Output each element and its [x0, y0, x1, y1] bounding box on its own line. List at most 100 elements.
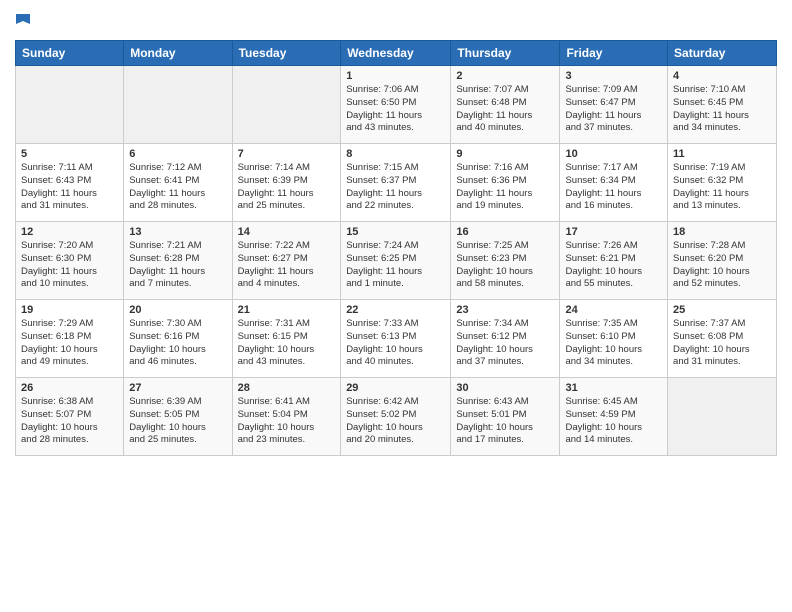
- calendar-cell: 28Sunrise: 6:41 AM Sunset: 5:04 PM Dayli…: [232, 378, 341, 456]
- calendar-cell: [124, 66, 232, 144]
- day-info: Sunrise: 7:21 AM Sunset: 6:28 PM Dayligh…: [129, 240, 226, 291]
- day-number: 31: [565, 382, 662, 394]
- calendar-cell: 30 Sunrise: 6:43 AM Sunset: 5:01 PM Dayli…: [451, 378, 560, 456]
- calendar-cell: 1 Sunrise: 7:06 AM Sunset: 6:50 PM Daylig…: [341, 66, 451, 144]
- day-info: Sunrise: 6:38 AM Sunset: 5:07 PM Dayligh…: [21, 396, 118, 447]
- day-info: Sunrise: 7:16 AM Sunset: 6:36 PM Dayligh…: [456, 162, 554, 213]
- calendar-week-row: 12 Sunrise: 7:20 AM Sunset: 6:30 PM Dayli…: [16, 222, 777, 300]
- calendar-cell: 27 Sunrise: 6:39 AM Sunset: 5:05 PM Dayli…: [124, 378, 232, 456]
- calendar-cell: [668, 378, 777, 456]
- calendar-cell: 18Sunrise: 7:28 AM Sunset: 6:20 PM Dayli…: [668, 222, 777, 300]
- calendar-cell: 23 Sunrise: 7:34 AM Sunset: 6:12 PM Dayli…: [451, 300, 560, 378]
- calendar-cell: 16 Sunrise: 7:25 AM Sunset: 6:23 PM Dayli…: [451, 222, 560, 300]
- calendar-day-header: Friday: [560, 41, 668, 66]
- calendar-cell: 4Sunrise: 7:10 AM Sunset: 6:45 PM Daylig…: [668, 66, 777, 144]
- logo: [15, 14, 33, 34]
- day-info: Sunrise: 7:19 AM Sunset: 6:32 PM Dayligh…: [673, 162, 771, 213]
- day-info: Sunrise: 7:37 AM Sunset: 6:08 PM Dayligh…: [673, 318, 771, 369]
- day-info: Sunrise: 7:24 AM Sunset: 6:25 PM Dayligh…: [346, 240, 445, 291]
- day-number: 20: [129, 304, 226, 316]
- day-number: 2: [456, 70, 554, 82]
- calendar-day-header: Wednesday: [341, 41, 451, 66]
- calendar-cell: 15 Sunrise: 7:24 AM Sunset: 6:25 PM Dayli…: [341, 222, 451, 300]
- day-info: Sunrise: 7:31 AM Sunset: 6:15 PM Dayligh…: [238, 318, 336, 369]
- calendar-day-header: Monday: [124, 41, 232, 66]
- day-info: Sunrise: 6:42 AM Sunset: 5:02 PM Dayligh…: [346, 396, 445, 447]
- day-info: Sunrise: 7:22 AM Sunset: 6:27 PM Dayligh…: [238, 240, 336, 291]
- day-number: 27: [129, 382, 226, 394]
- calendar-cell: 2Sunrise: 7:07 AM Sunset: 6:48 PM Daylig…: [451, 66, 560, 144]
- calendar-day-header: Thursday: [451, 41, 560, 66]
- day-info: Sunrise: 7:29 AM Sunset: 6:18 PM Dayligh…: [21, 318, 118, 369]
- calendar-cell: 26Sunrise: 6:38 AM Sunset: 5:07 PM Dayli…: [16, 378, 124, 456]
- day-number: 5: [21, 148, 118, 160]
- day-number: 19: [21, 304, 118, 316]
- calendar-cell: 7 Sunrise: 7:14 AM Sunset: 6:39 PM Daylig…: [232, 144, 341, 222]
- day-info: Sunrise: 7:09 AM Sunset: 6:47 PM Dayligh…: [565, 84, 662, 135]
- page-container: SundayMondayTuesdayWednesdayThursdayFrid…: [0, 0, 792, 464]
- day-info: Sunrise: 7:06 AM Sunset: 6:50 PM Dayligh…: [346, 84, 445, 135]
- day-number: 21: [238, 304, 336, 316]
- calendar-day-header: Saturday: [668, 41, 777, 66]
- day-number: 4: [673, 70, 771, 82]
- day-info: Sunrise: 7:20 AM Sunset: 6:30 PM Dayligh…: [21, 240, 118, 291]
- calendar-cell: 21 Sunrise: 7:31 AM Sunset: 6:15 PM Dayli…: [232, 300, 341, 378]
- calendar-cell: 24 Sunrise: 7:35 AM Sunset: 6:10 PM Dayli…: [560, 300, 668, 378]
- day-info: Sunrise: 7:14 AM Sunset: 6:39 PM Dayligh…: [238, 162, 336, 213]
- day-number: 6: [129, 148, 226, 160]
- day-number: 11: [673, 148, 771, 160]
- day-info: Sunrise: 7:17 AM Sunset: 6:34 PM Dayligh…: [565, 162, 662, 213]
- calendar-cell: [232, 66, 341, 144]
- day-info: Sunrise: 6:43 AM Sunset: 5:01 PM Dayligh…: [456, 396, 554, 447]
- calendar-cell: 10 Sunrise: 7:17 AM Sunset: 6:34 PM Dayli…: [560, 144, 668, 222]
- day-info: Sunrise: 6:39 AM Sunset: 5:05 PM Dayligh…: [129, 396, 226, 447]
- calendar-cell: 29 Sunrise: 6:42 AM Sunset: 5:02 PM Dayli…: [341, 378, 451, 456]
- calendar-cell: 6 Sunrise: 7:12 AM Sunset: 6:41 PM Daylig…: [124, 144, 232, 222]
- day-info: Sunrise: 7:11 AM Sunset: 6:43 PM Dayligh…: [21, 162, 118, 213]
- day-number: 1: [346, 70, 445, 82]
- day-number: 24: [565, 304, 662, 316]
- day-info: Sunrise: 7:35 AM Sunset: 6:10 PM Dayligh…: [565, 318, 662, 369]
- day-info: Sunrise: 7:12 AM Sunset: 6:41 PM Dayligh…: [129, 162, 226, 213]
- day-number: 8: [346, 148, 445, 160]
- day-info: Sunrise: 7:25 AM Sunset: 6:23 PM Dayligh…: [456, 240, 554, 291]
- calendar-cell: 19 Sunrise: 7:29 AM Sunset: 6:18 PM Dayli…: [16, 300, 124, 378]
- day-number: 13: [129, 226, 226, 238]
- day-number: 23: [456, 304, 554, 316]
- calendar-table: SundayMondayTuesdayWednesdayThursdayFrid…: [15, 40, 777, 456]
- day-info: Sunrise: 7:33 AM Sunset: 6:13 PM Dayligh…: [346, 318, 445, 369]
- day-number: 25: [673, 304, 771, 316]
- day-info: Sunrise: 7:34 AM Sunset: 6:12 PM Dayligh…: [456, 318, 554, 369]
- calendar-cell: 13 Sunrise: 7:21 AM Sunset: 6:28 PM Dayli…: [124, 222, 232, 300]
- day-number: 10: [565, 148, 662, 160]
- calendar-day-header: Tuesday: [232, 41, 341, 66]
- calendar-cell: [16, 66, 124, 144]
- day-number: 14: [238, 226, 336, 238]
- calendar-cell: 14 Sunrise: 7:22 AM Sunset: 6:27 PM Dayli…: [232, 222, 341, 300]
- day-number: 29: [346, 382, 445, 394]
- calendar-week-row: 19 Sunrise: 7:29 AM Sunset: 6:18 PM Dayli…: [16, 300, 777, 378]
- day-info: Sunrise: 7:15 AM Sunset: 6:37 PM Dayligh…: [346, 162, 445, 213]
- calendar-day-header: Sunday: [16, 41, 124, 66]
- calendar-cell: 11 Sunrise: 7:19 AM Sunset: 6:32 PM Dayli…: [668, 144, 777, 222]
- calendar-cell: 31 Sunrise: 6:45 AM Sunset: 4:59 PM Dayli…: [560, 378, 668, 456]
- day-info: Sunrise: 6:45 AM Sunset: 4:59 PM Dayligh…: [565, 396, 662, 447]
- day-number: 3: [565, 70, 662, 82]
- day-info: Sunrise: 7:28 AM Sunset: 6:20 PM Dayligh…: [673, 240, 771, 291]
- logo-flag-icon: [16, 14, 32, 34]
- day-number: 30: [456, 382, 554, 394]
- calendar-cell: 20 Sunrise: 7:30 AM Sunset: 6:16 PM Dayli…: [124, 300, 232, 378]
- calendar-cell: 12 Sunrise: 7:20 AM Sunset: 6:30 PM Dayli…: [16, 222, 124, 300]
- calendar-cell: 9 Sunrise: 7:16 AM Sunset: 6:36 PM Daylig…: [451, 144, 560, 222]
- day-number: 7: [238, 148, 336, 160]
- day-number: 12: [21, 226, 118, 238]
- day-number: 28: [238, 382, 336, 394]
- day-info: Sunrise: 7:30 AM Sunset: 6:16 PM Dayligh…: [129, 318, 226, 369]
- day-number: 9: [456, 148, 554, 160]
- day-number: 16: [456, 226, 554, 238]
- calendar-cell: 3 Sunrise: 7:09 AM Sunset: 6:47 PM Daylig…: [560, 66, 668, 144]
- calendar-cell: 17Sunrise: 7:26 AM Sunset: 6:21 PM Dayli…: [560, 222, 668, 300]
- calendar-header-row: SundayMondayTuesdayWednesdayThursdayFrid…: [16, 41, 777, 66]
- calendar-week-row: 1 Sunrise: 7:06 AM Sunset: 6:50 PM Daylig…: [16, 66, 777, 144]
- day-number: 15: [346, 226, 445, 238]
